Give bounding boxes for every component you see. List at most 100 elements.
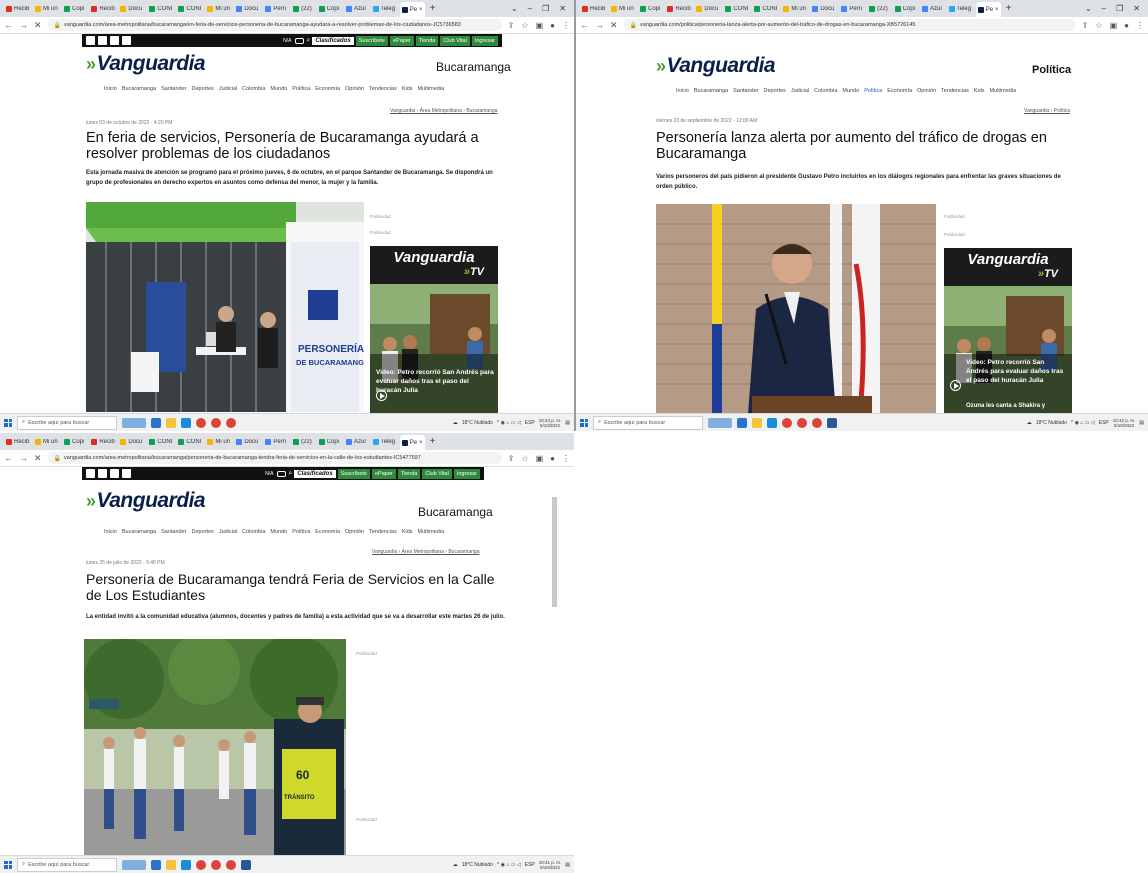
menu-item[interactable]: Multimedia [990, 88, 1017, 94]
tab[interactable]: CONI [147, 438, 173, 445]
tienda-button[interactable]: Tienda [415, 35, 439, 46]
menu-item[interactable]: Política [292, 86, 310, 92]
tab[interactable]: Teleg [371, 5, 397, 12]
menu-icon[interactable]: ⋮ [1136, 21, 1144, 30]
task-view-icon[interactable] [151, 417, 161, 428]
tab[interactable]: Perri [839, 5, 864, 12]
forward-icon[interactable]: → [19, 20, 28, 30]
tab[interactable]: CONI [176, 5, 202, 12]
store-icon[interactable] [181, 417, 191, 428]
minimize-icon[interactable]: – [1102, 4, 1106, 13]
new-tab-icon[interactable]: + [430, 3, 436, 14]
tab[interactable]: CONI [752, 5, 778, 12]
menu-item[interactable]: Kids [402, 86, 413, 92]
new-tab-icon[interactable]: + [1006, 3, 1012, 14]
tab[interactable]: Teleg [947, 5, 973, 12]
car-icon[interactable] [277, 470, 287, 477]
star-icon[interactable]: ☆ [521, 21, 528, 30]
menu-item[interactable]: Deportes [763, 88, 785, 94]
instagram-icon[interactable] [110, 36, 119, 45]
close-icon[interactable]: ✕ [610, 20, 618, 31]
menu-item[interactable]: Bucaramanga [122, 86, 156, 92]
minimize-icon[interactable]: – [528, 4, 532, 13]
file-explorer-icon[interactable] [752, 417, 762, 428]
tab[interactable]: Mi un [33, 438, 59, 445]
tab[interactable]: Mi un [609, 5, 635, 12]
menu-item[interactable]: Kids [402, 529, 413, 535]
file-explorer-icon[interactable] [166, 417, 176, 428]
site-logo[interactable]: »Vanguardia [656, 54, 776, 78]
menu-item[interactable]: Mundo [270, 86, 287, 92]
menu-item[interactable]: Bucaramanga [122, 529, 156, 535]
close-icon[interactable]: × [419, 7, 423, 13]
menu-item[interactable]: Mundo [842, 88, 859, 94]
task-view-icon[interactable] [737, 417, 747, 428]
menu-item-active[interactable]: Política [864, 88, 882, 94]
twitter-icon[interactable] [98, 469, 107, 478]
notification-icon[interactable]: ▤ [565, 420, 570, 426]
tab[interactable]: Recib [89, 5, 115, 12]
tray-icons[interactable]: ^ ◉ ⌂ ▭ ◁ [1071, 420, 1095, 426]
widgets-icon[interactable] [122, 859, 146, 870]
video-caption[interactable]: Video: Petro recorrió San Andrés para ev… [376, 368, 494, 395]
club-vital-button[interactable]: Club Vital [422, 468, 452, 479]
tab[interactable]: Mi un [781, 5, 807, 12]
clock[interactable]: 10:41 p. m. 5/10/2022 [539, 860, 562, 870]
weather-label[interactable]: 18°C Nublado [462, 862, 493, 868]
tab[interactable]: Copi [62, 5, 86, 12]
tab[interactable]: (22) [291, 5, 314, 12]
word-icon[interactable] [827, 417, 837, 428]
menu-item[interactable]: Colombia [242, 86, 265, 92]
play-icon[interactable] [950, 380, 961, 391]
chevron-down-icon[interactable]: ⌄ [1085, 4, 1092, 13]
windows-start-icon[interactable] [580, 418, 588, 427]
chrome-icon[interactable] [196, 859, 206, 870]
breadcrumb[interactable]: Vanguardia › Área Metropolitana › Bucara… [372, 549, 479, 555]
tab[interactable]: Perri [263, 5, 288, 12]
clasificados-button[interactable]: Clasificados [294, 469, 336, 478]
back-icon[interactable]: ← [4, 20, 13, 30]
chrome-icon[interactable] [812, 417, 822, 428]
facebook-icon[interactable] [86, 36, 95, 45]
tab[interactable]: Copi [638, 5, 662, 12]
store-icon[interactable] [767, 417, 777, 428]
car-icon[interactable] [295, 37, 305, 44]
tab[interactable]: Docu [694, 5, 720, 12]
task-view-icon[interactable] [151, 859, 161, 870]
menu-item[interactable]: Multimedia [418, 529, 445, 535]
menu-item[interactable]: Economía [315, 529, 340, 535]
sidebar-icon[interactable]: ▣ [536, 454, 544, 463]
tab[interactable]: Teleg [371, 438, 397, 445]
menu-item[interactable]: Opinión [345, 529, 364, 535]
taskbar-search-input[interactable]: ⌕ Escribe aquí para buscar [593, 415, 703, 430]
forward-icon[interactable]: → [595, 20, 604, 30]
language-indicator[interactable]: ESP [525, 862, 535, 868]
tab[interactable]: Recib [4, 5, 30, 12]
close-icon[interactable]: ✕ [34, 20, 42, 31]
instagram-icon[interactable] [110, 469, 119, 478]
profile-icon[interactable]: ● [1124, 21, 1129, 30]
clasificados-button[interactable]: Clasificados [312, 36, 354, 45]
menu-item[interactable]: Mundo [270, 529, 287, 535]
epaper-button[interactable]: ePaper [389, 35, 414, 46]
notification-icon[interactable]: ▤ [1139, 420, 1144, 426]
menu-item[interactable]: Tendencias [941, 88, 969, 94]
url-input[interactable]: 🔒 vanguardia.com/area-metropolitana/bucar… [47, 452, 502, 464]
share-icon[interactable]: ⇪ [508, 454, 515, 463]
menu-item[interactable]: Multimedia [418, 86, 445, 92]
tab[interactable]: Copi [62, 438, 86, 445]
menu-item[interactable]: Santander [733, 88, 758, 94]
language-indicator[interactable]: ESP [525, 420, 535, 426]
close-icon[interactable]: ✕ [34, 453, 42, 464]
tab[interactable]: Mi un [205, 5, 231, 12]
youtube-icon[interactable] [122, 36, 131, 45]
menu-item[interactable]: Kids [974, 88, 985, 94]
video-thumbnail[interactable] [944, 286, 1072, 413]
clock[interactable]: 10:44 p. m. 5/10/2022 [539, 418, 562, 428]
tab-active[interactable]: Pe × [975, 2, 1001, 17]
menu-item[interactable]: Tendencias [369, 86, 397, 92]
word-icon[interactable] [241, 859, 251, 870]
site-logo[interactable]: »Vanguardia [86, 52, 206, 76]
weather-icon[interactable]: ☁ [1027, 420, 1032, 426]
chrome-icon[interactable] [211, 859, 221, 870]
